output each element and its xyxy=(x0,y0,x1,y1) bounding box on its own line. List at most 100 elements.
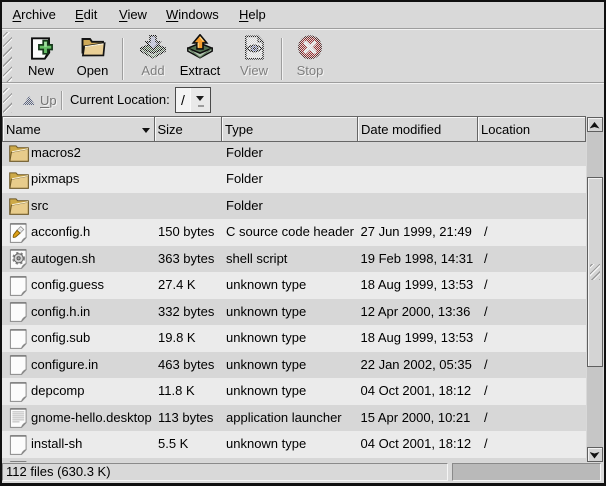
dropdown-arrow-icon xyxy=(196,96,204,105)
progress-bar xyxy=(452,463,601,481)
cell-name: depcomp xyxy=(31,378,84,405)
column-header-date-modified[interactable]: Date modified xyxy=(358,116,478,142)
add-button: Add xyxy=(126,32,180,82)
menu-archive[interactable]: Archive xyxy=(13,2,56,28)
menu-mnemonic: A xyxy=(13,7,22,22)
menu-mnemonic: W xyxy=(166,7,178,22)
folder-icon xyxy=(9,143,29,163)
table-row-autogen.sh[interactable]: autogen.sh363 bytesshell script19 Feb 19… xyxy=(2,246,586,273)
file-icon xyxy=(9,302,29,322)
open-button[interactable]: Open xyxy=(66,32,120,82)
table-row-pixmaps[interactable]: pixmapsFolder xyxy=(2,166,586,193)
cell-date: 12 Apr 2000, 13:36 xyxy=(361,299,471,326)
up-arrow-icon xyxy=(23,96,35,105)
toolbar-button-label: Add xyxy=(141,64,164,77)
cell-location: / xyxy=(484,219,488,246)
toolbar: New Open Add Extract View Stop xyxy=(2,29,604,85)
cell-name: install-sh xyxy=(31,431,82,458)
table-row-config.h.in[interactable]: config.h.in332 bytesunknown type12 Apr 2… xyxy=(2,299,586,326)
cell-type: C source code header xyxy=(226,219,354,246)
menu-help[interactable]: Help xyxy=(239,2,266,28)
file-gear-icon xyxy=(9,249,29,269)
table-row-gnome-hello.desktop[interactable]: gnome-hello.desktop113 bytesapplication … xyxy=(2,405,586,432)
cell-date: 22 Jan 2002, 05:35 xyxy=(361,352,472,379)
vertical-scrollbar[interactable] xyxy=(587,117,603,462)
folder-icon xyxy=(9,170,29,190)
cell-size: 11.8 K xyxy=(158,378,195,405)
table-row-configure.in[interactable]: configure.in463 bytesunknown type22 Jan … xyxy=(2,352,586,379)
menu-view[interactable]: View xyxy=(119,2,147,28)
file-icon xyxy=(9,276,29,296)
toolbar-button-label: Open xyxy=(77,64,109,77)
cell-date: 04 Oct 2001, 18:12 xyxy=(361,378,472,405)
cell-location: / xyxy=(484,352,488,379)
table-row-src[interactable]: srcFolder xyxy=(2,193,586,220)
cell-type: unknown type xyxy=(226,325,306,352)
column-header-type[interactable]: Type xyxy=(222,116,358,142)
cell-name: config.guess xyxy=(31,272,104,299)
location-bar-drag-handle[interactable] xyxy=(3,88,12,113)
up-button[interactable]: Up xyxy=(23,89,63,111)
table-row-config.sub[interactable]: config.sub19.8 Kunknown type18 Aug 1999,… xyxy=(2,325,586,352)
column-header-label: Name xyxy=(6,122,41,137)
column-header-label: Size xyxy=(158,122,183,137)
view-button: View xyxy=(227,32,281,82)
cell-date: 27 Jun 1999, 21:49 xyxy=(361,219,472,246)
window-content: Archive Edit View Windows Help New Open Add … xyxy=(2,2,604,483)
toolbar-button-label: Extract xyxy=(180,64,220,77)
status-bar: 112 files (630.3 K) xyxy=(2,463,604,483)
cell-name: pixmaps xyxy=(31,166,79,193)
scroll-up-button[interactable] xyxy=(587,117,603,132)
column-header-location[interactable]: Location xyxy=(478,116,586,142)
sort-indicator-icon xyxy=(142,128,150,137)
cell-date: 15 Apr 2000, 10:21 xyxy=(361,405,471,432)
column-header-size[interactable]: Size xyxy=(155,116,223,142)
file-icon xyxy=(9,355,29,375)
cell-name: acconfig.h xyxy=(31,219,90,246)
toolbar-button-label: New xyxy=(28,64,54,77)
cell-date: 18 Aug 1999, 13:53 xyxy=(361,325,474,352)
menu-label: rchive xyxy=(21,7,56,22)
cell-location: / xyxy=(484,272,488,299)
menu-label: dit xyxy=(84,7,98,22)
cell-size: 363 bytes xyxy=(158,246,214,273)
new-archive-icon xyxy=(28,34,54,60)
dropdown-indicator xyxy=(191,88,210,112)
toolbar-drag-handle[interactable] xyxy=(3,32,12,83)
menu-windows[interactable]: Windows xyxy=(166,2,219,28)
table-row-config.guess[interactable]: config.guess27.4 Kunknown type18 Aug 199… xyxy=(2,272,586,299)
table-row-macros2[interactable]: macros2Folder xyxy=(2,142,586,166)
file-pen-icon xyxy=(9,223,29,243)
scroll-up-icon xyxy=(590,122,600,129)
cell-location: / xyxy=(484,378,488,405)
location-bar-separator xyxy=(61,91,63,110)
extract-button[interactable]: Extract xyxy=(173,32,227,82)
column-header-name[interactable]: Name xyxy=(2,116,155,142)
cell-date: 04 Oct 2001, 18:12 xyxy=(361,431,472,458)
location-dropdown[interactable]: / xyxy=(175,87,211,113)
cell-size: 150 bytes xyxy=(158,219,214,246)
scrollbar-thumb[interactable] xyxy=(587,177,603,367)
cell-location: / xyxy=(484,405,488,432)
cell-type: unknown type xyxy=(226,272,306,299)
menu-edit[interactable]: Edit xyxy=(75,2,97,28)
cell-size: 27.4 K xyxy=(158,272,196,299)
cell-location: / xyxy=(484,299,488,326)
scroll-down-button[interactable] xyxy=(587,447,603,462)
view-file-icon xyxy=(241,34,267,60)
cell-size: 463 bytes xyxy=(158,352,214,379)
column-header-label: Location xyxy=(481,122,530,137)
cell-name: autogen.sh xyxy=(31,246,95,273)
column-header-label: Date modified xyxy=(361,122,441,137)
table-row-depcomp[interactable]: depcomp 11.8 K unknown type 04 Oct 2001, 18… xyxy=(2,378,586,405)
cell-size: 113 bytes xyxy=(158,405,213,432)
cell-type: unknown type xyxy=(226,378,306,405)
table-row-acconfig.h[interactable]: acconfig.h 150 bytes C source code header 2… xyxy=(2,219,586,246)
file-icon xyxy=(9,329,29,349)
new-button[interactable]: New xyxy=(14,32,68,82)
table-row-partial[interactable] xyxy=(2,458,586,463)
cell-name: config.h.in xyxy=(31,299,90,326)
table-row-install-sh[interactable]: install-sh5.5 Kunknown type04 Oct 2001, … xyxy=(2,431,586,458)
cell-type: application launcher xyxy=(226,405,342,432)
current-location-label: Current Location: xyxy=(70,84,170,115)
